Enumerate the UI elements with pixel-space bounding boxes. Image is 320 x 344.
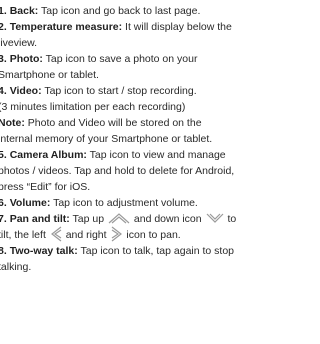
item-photo-title: Photo: xyxy=(9,53,43,65)
item-pan-tilt-text-6: icon to pan. xyxy=(126,229,181,241)
note-text-2: internal memory of your Smartphone or ta… xyxy=(0,133,213,145)
item-photo-text-2: Smartphone or tablet. xyxy=(0,69,99,81)
item-camera-album-text-1: Tap icon to view and manage xyxy=(89,149,226,161)
item-temperature-number: 2. xyxy=(0,21,7,33)
note-title: Note: xyxy=(0,117,25,129)
note: Note: Photo and Video will be stored on … xyxy=(0,115,320,131)
item-temperature-text-2: liveview. xyxy=(0,37,38,49)
item-temperature: 2. Temperature measure: It will display … xyxy=(0,19,320,35)
item-volume-text: Tap icon to adjustment volume. xyxy=(53,197,198,209)
item-camera-album-title: Camera Album: xyxy=(9,149,87,161)
item-two-way-talk-text-1: Tap icon to talk, tap again to stop xyxy=(80,245,235,257)
item-pan-tilt-text-3: to xyxy=(227,213,237,225)
item-pan-tilt-text-4: tilt, the left xyxy=(0,229,46,241)
item-video-text-1: Tap icon to start / stop recording. xyxy=(44,85,197,97)
item-volume-number: 6. xyxy=(0,197,7,209)
item-photo-text-1: Tap icon to save a photo on your xyxy=(45,53,198,65)
instructions-document: 1. Back: Tap icon and go back to last pa… xyxy=(0,0,320,275)
left-arrow-icon xyxy=(49,226,63,242)
note-text-1: Photo and Video will be stored on the xyxy=(27,117,202,129)
item-two-way-talk-text-2: talking. xyxy=(0,261,32,273)
item-photo: 3. Photo: Tap icon to save a photo on yo… xyxy=(0,51,320,67)
item-camera-album-text-3: press “Edit” for iOS. xyxy=(0,181,91,193)
item-back-number: 1. xyxy=(0,5,7,17)
item-pan-tilt-line-2: tilt, the left and right icon to pan. xyxy=(0,226,320,243)
item-pan-tilt-number: 7. xyxy=(0,213,7,225)
item-camera-album-number: 5. xyxy=(0,149,7,161)
item-two-way-talk: 8. Two-way talk: Tap icon to talk, tap a… xyxy=(0,243,320,259)
item-back-title: Back: xyxy=(9,5,39,17)
item-camera-album: 5. Camera Album: Tap icon to view and ma… xyxy=(0,147,320,163)
item-video-number: 4. xyxy=(0,85,7,97)
item-temperature-text-1: It will display below the xyxy=(125,21,232,33)
item-temperature-title: Temperature measure: xyxy=(9,21,123,33)
item-pan-tilt: 7. Pan and tilt: Tap up and down icon to xyxy=(0,211,320,227)
item-video-title: Video: xyxy=(9,85,42,97)
item-video-text-2: (3 minutes limitation per each recording… xyxy=(0,101,186,113)
item-back: 1. Back: Tap icon and go back to last pa… xyxy=(0,3,320,19)
item-camera-album-text-2: photos / videos. Tap and hold to delete … xyxy=(0,165,235,177)
item-pan-tilt-text-5: and right xyxy=(65,229,107,241)
item-pan-tilt-text-1: Tap up xyxy=(72,213,105,225)
right-arrow-icon xyxy=(110,226,124,242)
item-two-way-talk-title: Two-way talk: xyxy=(9,245,78,257)
item-back-text: Tap icon and go back to last page. xyxy=(41,5,201,17)
item-volume-title: Volume: xyxy=(9,197,51,209)
item-photo-number: 3. xyxy=(0,53,7,65)
down-arrow-icon xyxy=(205,212,225,224)
up-arrow-icon xyxy=(107,212,131,224)
item-video: 4. Video: Tap icon to start / stop recor… xyxy=(0,83,320,99)
item-two-way-talk-number: 8. xyxy=(0,245,7,257)
item-volume: 6. Volume: Tap icon to adjustment volume… xyxy=(0,195,320,211)
item-pan-tilt-title: Pan and tilt: xyxy=(9,213,70,225)
item-pan-tilt-text-2: and down icon xyxy=(133,213,202,225)
